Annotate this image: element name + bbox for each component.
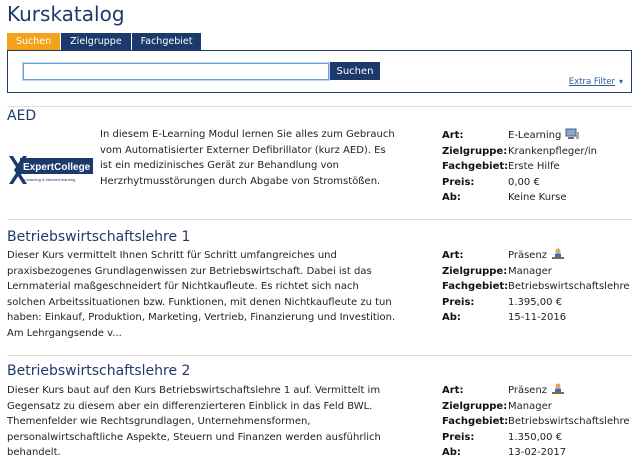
value-preis: 1.395,00 € <box>508 296 563 308</box>
value-art: Präsenz <box>508 385 548 396</box>
label-fachgebiet: Fachgebiet: <box>442 416 509 427</box>
label-art: Art: <box>442 130 464 141</box>
logo-tagline: e-learning & blended learning <box>23 177 75 182</box>
value-art: E-Learning <box>508 130 562 141</box>
label-art: Art: <box>442 385 464 396</box>
value-preis: 1.350,00 € <box>508 431 563 443</box>
course-title[interactable]: AED <box>7 108 36 124</box>
label-preis: Preis: <box>442 176 475 188</box>
classroom-icon <box>552 248 565 259</box>
divider <box>7 219 632 220</box>
extra-filter-label: Extra Filter <box>568 77 615 87</box>
course-title[interactable]: Betriebswirtschaftslehre 1 <box>7 229 190 245</box>
course-info: Art: Präsenz Zielgruppe: Manager Fachgebie… <box>442 248 629 326</box>
course-title[interactable]: Betriebswirtschaftslehre 2 <box>7 363 190 379</box>
course-description: Dieser Kurs baut auf den Kurs Betriebswi… <box>7 385 381 458</box>
search-button[interactable]: Suchen <box>330 62 380 80</box>
label-art: Art: <box>442 250 464 261</box>
course-info: Art: Präsenz Zielgruppe: Manager Fachgebie… <box>442 383 629 461</box>
label-ab: Ab: <box>442 192 461 203</box>
label-zielgruppe: Zielgruppe: <box>442 400 508 412</box>
value-art: Präsenz <box>508 250 548 261</box>
value-fachgebiet: Erste Hilfe <box>508 161 560 172</box>
course-description: Dieser Kurs vermittelt Ihnen Schritt für… <box>7 250 396 339</box>
value-ab: 13-02-2017 <box>508 447 567 458</box>
extra-filter-link[interactable]: Extra Filter ▾ <box>569 77 623 87</box>
value-preis: 0,00 € <box>508 176 540 188</box>
computer-icon <box>565 128 580 139</box>
page-title: Kurskatalog <box>7 2 125 26</box>
label-ab: Ab: <box>442 447 461 458</box>
label-fachgebiet: Fachgebiet: <box>442 161 509 172</box>
tab-fachgebiet[interactable]: Fachgebiet <box>131 33 202 50</box>
label-preis: Preis: <box>442 296 475 308</box>
divider <box>7 106 632 107</box>
label-preis: Preis: <box>442 431 475 443</box>
course-description: In diesem E-Learning Modul lernen Sie al… <box>100 129 395 187</box>
value-fachgebiet: Betriebswirtschaftslehre <box>508 281 630 292</box>
classroom-icon <box>552 383 565 394</box>
course-info: Art: E-Learning Zielgruppe: Krankenpfleger… <box>442 128 597 206</box>
tab-suchen[interactable]: Suchen <box>7 33 61 50</box>
value-fachgebiet: Betriebswirtschaftslehre <box>508 416 630 427</box>
label-fachgebiet: Fachgebiet: <box>442 281 509 292</box>
search-tabs: Suchen Zielgruppe Fachgebiet <box>7 33 202 50</box>
divider <box>7 355 632 356</box>
expertcollege-logo: ExpertCollege e-learning & blended learn… <box>9 156 93 184</box>
chevron-down-icon: ▾ <box>618 77 623 86</box>
label-ab: Ab: <box>442 312 461 323</box>
logo-text: ExpertCollege <box>23 162 91 173</box>
value-ab: Keine Kurse <box>508 192 567 203</box>
value-zielgruppe: Manager <box>508 400 552 412</box>
tab-zielgruppe[interactable]: Zielgruppe <box>61 33 131 50</box>
value-ab: 15-11-2016 <box>508 312 567 323</box>
search-input[interactable] <box>22 62 330 81</box>
value-zielgruppe: Krankenpfleger/in <box>508 145 597 157</box>
label-zielgruppe: Zielgruppe: <box>442 265 508 277</box>
label-zielgruppe: Zielgruppe: <box>442 145 508 157</box>
value-zielgruppe: Manager <box>508 265 552 277</box>
search-panel: Suchen Extra Filter ▾ <box>7 50 632 93</box>
